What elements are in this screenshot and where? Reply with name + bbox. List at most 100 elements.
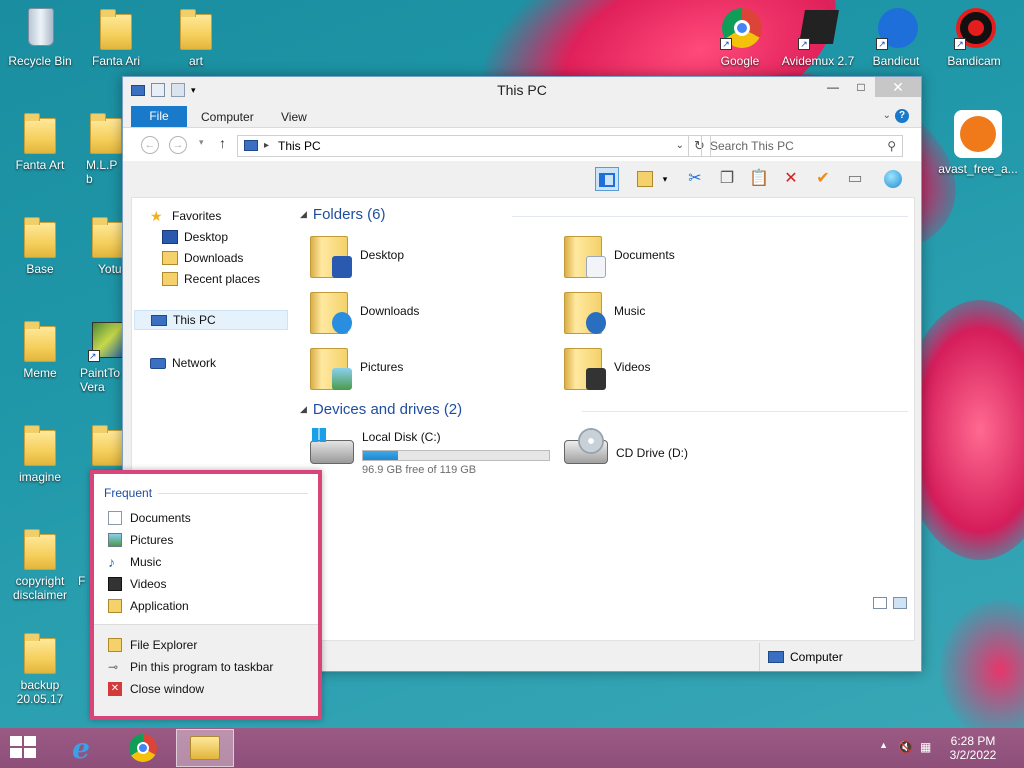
collapse-icon[interactable]: ◢: [300, 209, 307, 220]
task-pin-to-taskbar[interactable]: ⊸ Pin this program to taskbar: [108, 657, 273, 677]
network-globe-icon[interactable]: [881, 167, 905, 191]
jump-item-music[interactable]: ♪ Music: [108, 552, 161, 572]
properties-check-icon[interactable]: [633, 167, 657, 191]
desktop-icon-folder[interactable]: Yotu: [78, 214, 122, 276]
folder-icon: [24, 321, 56, 362]
desktop-icon-folder[interactable]: Base: [2, 214, 78, 276]
desktop-icon-painttool[interactable]: ↗ PaintTo Vera: [78, 318, 122, 394]
up-arrow-icon[interactable]: ↑: [219, 135, 226, 151]
task-close-window[interactable]: ✕ Close window: [108, 679, 204, 699]
preview-pane-icon[interactable]: [595, 167, 619, 191]
clock[interactable]: 6:28 PM 3/2/2022: [938, 734, 1008, 762]
desktop-icon-folder[interactable]: backup 20.05.17: [2, 630, 78, 706]
recent-locations-icon[interactable]: ▾: [199, 137, 204, 148]
jump-item-label: Videos: [130, 577, 167, 591]
forward-button[interactable]: →: [169, 136, 187, 154]
cd-disc-icon: [578, 428, 604, 454]
breadcrumb-separator-icon[interactable]: ▸: [264, 136, 269, 156]
taskbar-file-explorer[interactable]: [176, 729, 234, 767]
desktop-icon-label: imagine: [18, 470, 62, 484]
address-dropdown-icon[interactable]: ⌄: [676, 136, 684, 156]
nav-favorites[interactable]: ★ Favorites: [150, 206, 221, 226]
desktop-icon-folder[interactable]: copyright disclaimer: [2, 526, 78, 602]
folder-tile-documents[interactable]: Documents: [564, 232, 675, 278]
volume-muted-icon[interactable]: 🔇: [898, 740, 913, 754]
status-computer: Computer: [759, 643, 923, 671]
desktop-icon-avidemux[interactable]: ↗ Avidemux 2.7: [780, 6, 856, 68]
copy-icon[interactable]: ❐: [715, 167, 739, 191]
title-bar[interactable]: ▾ This PC — □ ✕: [123, 77, 921, 103]
folder-icon: [24, 633, 56, 674]
jump-item-videos[interactable]: Videos: [108, 574, 166, 594]
close-button[interactable]: ✕: [875, 77, 921, 97]
jump-item-documents[interactable]: Documents: [108, 508, 191, 528]
desktop-icon-folder[interactable]: M.L.P b: [78, 110, 122, 186]
nav-label: Favorites: [172, 209, 222, 223]
folder-tile-desktop[interactable]: Desktop: [310, 232, 404, 278]
start-button[interactable]: [10, 736, 38, 760]
search-input[interactable]: Search This PC ⚲: [701, 135, 903, 157]
taskbar-internet-explorer[interactable]: e: [52, 729, 110, 767]
nav-this-pc[interactable]: This PC: [134, 310, 288, 330]
cut-icon[interactable]: ✂: [683, 167, 707, 191]
show-hidden-icons-icon[interactable]: ▲: [879, 740, 888, 750]
nav-desktop[interactable]: Desktop: [162, 227, 228, 247]
nav-downloads[interactable]: Downloads: [162, 248, 243, 268]
jump-item-pictures[interactable]: Pictures: [108, 530, 173, 550]
drive-usage-fill: [363, 451, 399, 460]
folder-tile-pictures[interactable]: Pictures: [310, 344, 403, 390]
task-file-explorer[interactable]: File Explorer: [108, 635, 197, 655]
rename-field-icon[interactable]: ▭: [843, 167, 867, 191]
tab-file[interactable]: File: [131, 106, 187, 127]
details-view-icon[interactable]: [873, 597, 887, 609]
nav-label: Desktop: [184, 230, 229, 244]
nav-recent-places[interactable]: Recent places: [162, 269, 260, 289]
maximize-button[interactable]: □: [847, 77, 875, 97]
desktop-icon-google-chrome[interactable]: ↗ Google: [702, 6, 778, 68]
clock-date: 3/2/2022: [949, 748, 997, 762]
desktop-icon-avast[interactable]: avast_free_a...: [936, 110, 1020, 176]
rename-check-icon[interactable]: ✔: [811, 167, 835, 191]
folder-icon: [90, 113, 122, 154]
drive-free-space: 96.9 GB free of 119 GB: [362, 464, 477, 476]
desktop-icon-folder[interactable]: Fanta Art: [2, 110, 78, 172]
task-label: File Explorer: [130, 638, 198, 652]
back-button[interactable]: ←: [141, 136, 159, 154]
tab-computer[interactable]: Computer: [189, 107, 266, 127]
breadcrumb-this-pc[interactable]: This PC: [278, 139, 321, 153]
desktop-icon-folder[interactable]: Fanta Ari: [78, 6, 154, 68]
drive-tile-cd-drive-d[interactable]: CD Drive (D:): [564, 428, 764, 474]
drive-tile-local-disk-c[interactable]: Local Disk (C:) 96.9 GB free of 119 GB: [310, 428, 560, 476]
download-arrow-icon: [332, 312, 352, 334]
taskbar-chrome[interactable]: [114, 729, 172, 767]
drives-section-header[interactable]: ◢ Devices and drives (2): [300, 401, 462, 418]
delete-icon[interactable]: ✕: [779, 167, 803, 191]
desktop-icon-folder[interactable]: [78, 422, 122, 470]
minimize-button[interactable]: —: [819, 77, 847, 97]
properties-dropdown-icon[interactable]: ▾: [659, 167, 671, 191]
address-bar[interactable]: ▸ This PC ⌄: [237, 135, 689, 157]
folders-section-header[interactable]: ◢ Folders (6): [300, 206, 385, 223]
folder-tile-videos[interactable]: Videos: [564, 344, 650, 390]
collapse-icon[interactable]: ◢: [300, 404, 307, 415]
nav-network[interactable]: Network: [150, 353, 216, 373]
network-status-icon[interactable]: ▦: [920, 740, 934, 754]
command-toolbar: ▾ ✂ ❐ 📋 ✕ ✔ ▭: [123, 161, 921, 195]
pin-icon: ⊸: [108, 660, 119, 674]
desktop-icon-folder[interactable]: Meme: [2, 318, 78, 380]
desktop-icon-folder[interactable]: art: [158, 6, 234, 68]
tile-label: Pictures: [360, 360, 404, 374]
paste-icon[interactable]: 📋: [747, 167, 771, 191]
desktop-icon-bandicut[interactable]: ↗ Bandicut: [858, 6, 934, 68]
desktop-icon-recycle-bin[interactable]: Recycle Bin: [2, 6, 78, 68]
desktop-icon-folder[interactable]: imagine: [2, 422, 78, 484]
expand-ribbon-icon[interactable]: ⌄: [883, 110, 891, 121]
help-icon[interactable]: ?: [895, 109, 909, 123]
large-icons-view-icon[interactable]: [893, 597, 907, 609]
nav-label: This PC: [173, 313, 216, 327]
folder-tile-downloads[interactable]: Downloads: [310, 288, 419, 334]
jump-item-application[interactable]: Application: [108, 596, 189, 616]
tab-view[interactable]: View: [269, 107, 319, 127]
folder-tile-music[interactable]: Music: [564, 288, 645, 334]
desktop-icon-bandicam[interactable]: ↗ Bandicam: [936, 6, 1012, 68]
